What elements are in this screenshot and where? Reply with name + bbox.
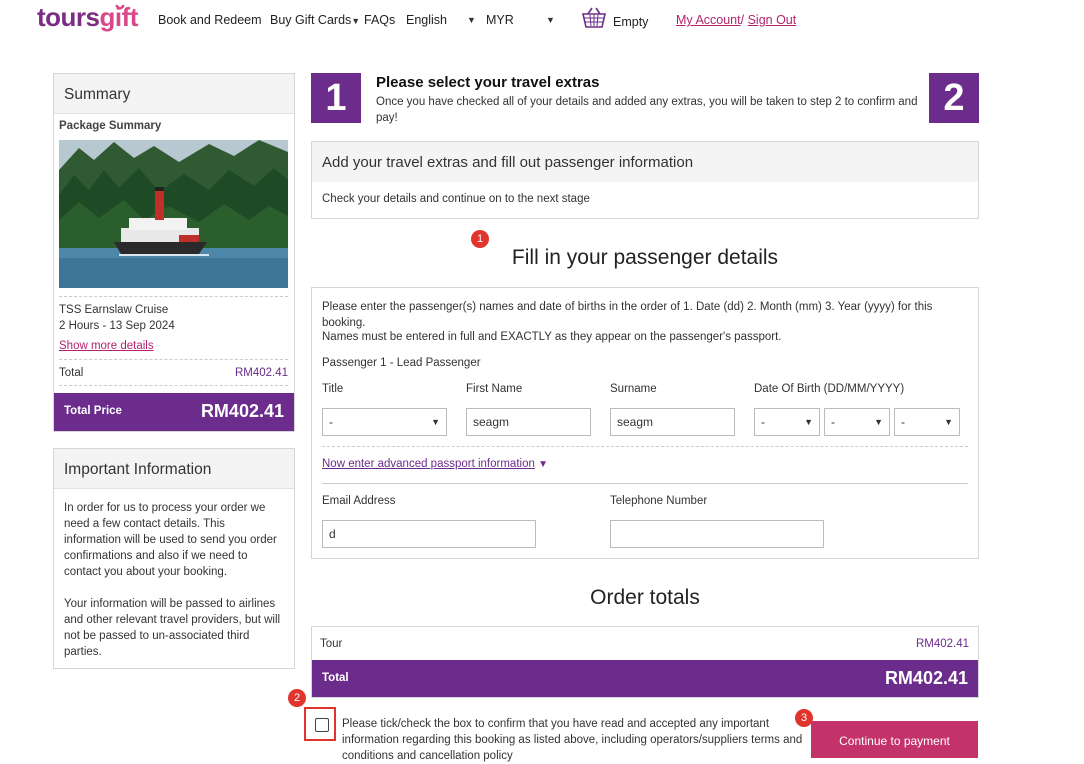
important-info-para1: In order for us to process your order we… <box>64 502 277 578</box>
passport-instructions: Names must be entered in full and EXACTL… <box>322 331 782 343</box>
advanced-passport-link[interactable]: Now enter advanced passport information <box>322 458 535 470</box>
step-2-indicator: 2 <box>929 73 979 123</box>
cruise-ship-image <box>59 140 288 288</box>
dob-month-value: - <box>831 415 835 429</box>
phone-input[interactable] <box>610 520 824 548</box>
summary-total-label: Total <box>59 367 84 379</box>
summary-divider <box>59 385 288 386</box>
passenger-details-heading: Fill in your passenger details <box>511 246 779 269</box>
total-price-label: Total Price <box>64 405 122 417</box>
gift-bow-icon <box>115 4 125 10</box>
important-info-para2: Your information will be passed to airli… <box>64 598 281 658</box>
tour-name: TSS Earnslaw Cruise <box>59 304 169 316</box>
title-select-value: - <box>329 415 333 429</box>
order-total-bar: Total RM402.41 <box>312 660 978 697</box>
shopping-basket-icon[interactable] <box>580 6 608 30</box>
important-info-panel: Important Information In order for us to… <box>53 448 295 669</box>
email-label: Email Address <box>322 495 396 507</box>
currency-value: MYR <box>486 13 514 27</box>
chevron-down-icon: ▼ <box>804 417 813 427</box>
nav-buy-gift-cards-label: Buy Gift Cards <box>270 13 352 27</box>
travel-extras-subtitle: Check your details and continue on to th… <box>322 193 590 205</box>
first-name-input[interactable]: seagm <box>466 408 591 436</box>
terms-checkbox[interactable] <box>315 718 329 732</box>
dob-day-value: - <box>761 415 765 429</box>
chevron-down-icon: ▼ <box>431 417 440 427</box>
title-select[interactable]: - ▼ <box>322 408 447 436</box>
nav-book-redeem[interactable]: Book and Redeem <box>158 13 262 27</box>
order-total-label: Total <box>322 672 349 684</box>
account-separator: / <box>740 13 745 27</box>
continue-to-payment-button[interactable]: Continue to payment <box>811 721 978 758</box>
currency-caret-icon: ▼ <box>546 15 555 25</box>
dob-month-select[interactable]: - ▼ <box>824 408 890 436</box>
important-info-title: Important Information <box>54 449 294 489</box>
summary-title: Summary <box>54 74 294 114</box>
account-links: My Account/ Sign Out <box>676 13 796 27</box>
step-description: Once you have checked all of your detail… <box>376 96 918 124</box>
form-divider <box>322 483 968 484</box>
total-price-value: RM402.41 <box>200 401 284 421</box>
step-title: Please select your travel extras <box>376 74 600 91</box>
lead-passenger-label: Passenger 1 - Lead Passenger <box>322 357 481 369</box>
dob-year-select[interactable]: - ▼ <box>894 408 960 436</box>
first-name-label: First Name <box>466 383 523 395</box>
dob-label: Date Of Birth (DD/MM/YYYY) <box>754 383 905 395</box>
surname-label: Surname <box>610 383 657 395</box>
caret-down-icon: ▼ <box>351 16 361 26</box>
passenger-form-panel: Please enter the passenger(s) names and … <box>311 287 979 559</box>
surname-input[interactable]: seagm <box>610 408 735 436</box>
chevron-down-icon: ▼ <box>874 417 883 427</box>
terms-checkbox-label: Please tick/check the box to confirm tha… <box>342 718 803 762</box>
step-1-indicator: 1 <box>311 73 361 123</box>
summary-total-value: RM402.41 <box>234 367 288 379</box>
title-label: Title <box>322 383 344 395</box>
phone-label: Telephone Number <box>610 495 708 507</box>
language-caret-icon: ▼ <box>467 15 476 25</box>
travel-extras-panel: Add your travel extras and fill out pass… <box>311 141 979 219</box>
order-total-value: RM402.41 <box>884 668 968 688</box>
language-value: English <box>406 13 447 27</box>
my-account-link[interactable]: My Account <box>676 13 741 27</box>
order-tour-value: RM402.41 <box>915 638 969 650</box>
order-tour-label: Tour <box>320 638 343 650</box>
chevron-down-icon: ▼ <box>944 417 953 427</box>
nav-buy-gift-cards[interactable]: Buy Gift Cards▼ <box>270 13 360 27</box>
passenger-instructions: Please enter the passenger(s) names and … <box>322 301 933 329</box>
currency-select[interactable]: MYR ▼ <box>486 13 556 27</box>
annotation-badge-2: 2 <box>288 689 306 707</box>
cart-status[interactable]: Empty <box>613 15 648 29</box>
email-input[interactable]: d <box>322 520 536 548</box>
tour-detail: 2 Hours - 13 Sep 2024 <box>59 320 175 332</box>
advanced-passport-toggle[interactable]: Now enter advanced passport information … <box>322 458 548 470</box>
dob-year-value: - <box>901 415 905 429</box>
summary-divider <box>59 296 288 297</box>
summary-panel: Summary Package Summary TSS Earnslaw Cru… <box>53 73 295 432</box>
package-summary-label: Package Summary <box>59 120 162 132</box>
sign-out-link[interactable]: Sign Out <box>748 13 797 27</box>
form-divider <box>322 446 968 447</box>
nav-faqs[interactable]: FAQs <box>364 13 395 27</box>
order-totals-panel: Tour RM402.41 Total RM402.41 <box>311 626 979 698</box>
show-more-details-link[interactable]: Show more details <box>59 340 154 352</box>
order-totals-heading: Order totals <box>590 586 700 609</box>
expand-arrow-icon: ▼ <box>538 459 548 470</box>
logo-text-tours: tours <box>37 2 100 32</box>
summary-divider <box>59 359 288 360</box>
travel-extras-title: Add your travel extras and fill out pass… <box>312 142 978 182</box>
language-select[interactable]: English ▼ <box>406 13 476 27</box>
total-price-bar: Total Price RM402.41 <box>54 393 294 431</box>
dob-day-select[interactable]: - ▼ <box>754 408 820 436</box>
